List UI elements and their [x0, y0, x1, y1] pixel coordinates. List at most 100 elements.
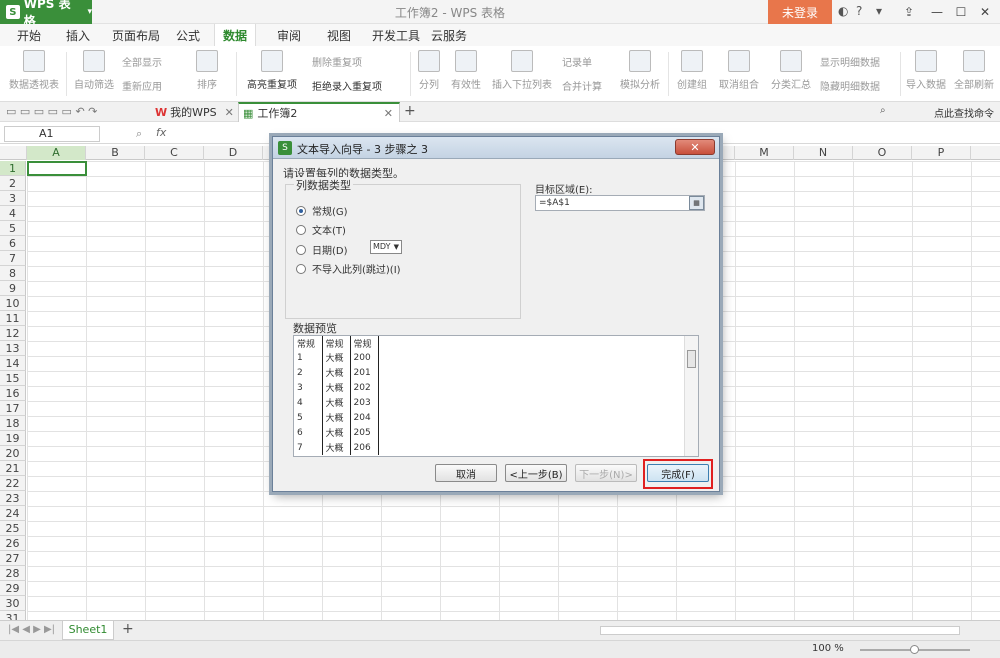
sheet-tab[interactable]: Sheet1	[62, 621, 114, 640]
highlight-duplicates-button[interactable]: 高亮重复项	[242, 50, 302, 91]
refresh-all-button[interactable]: 全部刷新	[952, 50, 996, 91]
hide-detail-button[interactable]: 隐藏明细数据	[820, 78, 880, 93]
row-header[interactable]: 13	[0, 341, 26, 356]
import-data-button[interactable]: 导入数据	[904, 50, 948, 91]
row-header[interactable]: 17	[0, 401, 26, 416]
row-header[interactable]: 20	[0, 446, 26, 461]
row-header[interactable]: 30	[0, 596, 26, 611]
row-header[interactable]: 1	[0, 161, 26, 176]
preview-column-header[interactable]: 常规	[322, 336, 351, 350]
column-header[interactable]: B	[86, 146, 145, 160]
show-all-button[interactable]: 全部显示	[122, 54, 162, 69]
target-range-input[interactable]: =$A$1	[535, 195, 705, 211]
tab-data[interactable]: 数据	[214, 24, 257, 46]
maximize-icon[interactable]: ☐	[950, 2, 972, 22]
row-header[interactable]: 14	[0, 356, 26, 371]
row-header[interactable]: 23	[0, 491, 26, 506]
tab-home[interactable]: 开始	[17, 27, 41, 44]
dialog-close-button[interactable]: ✕	[675, 139, 715, 155]
close-icon[interactable]: ✕	[974, 2, 996, 22]
tab-view[interactable]: 视图	[327, 27, 351, 44]
column-header[interactable]: O	[853, 146, 912, 160]
validity-button[interactable]: 有效性	[446, 50, 486, 91]
login-button[interactable]: 未登录	[768, 0, 832, 24]
insert-dropdown-list-button[interactable]: 插入下拉列表	[492, 50, 552, 91]
row-header[interactable]: 4	[0, 206, 26, 221]
row-header[interactable]: 26	[0, 536, 26, 551]
tab-formula[interactable]: 公式	[176, 27, 200, 44]
consolidate-button[interactable]: 合并计算	[562, 78, 602, 93]
name-box[interactable]: A1	[4, 126, 100, 142]
quick-access-icons[interactable]: ▭ ▭ ▭ ▭ ▭ ↶ ↷	[6, 105, 97, 118]
fx-icon[interactable]: fx	[156, 126, 166, 139]
select-all-corner[interactable]	[0, 146, 27, 160]
row-header[interactable]: 7	[0, 251, 26, 266]
tab-review[interactable]: 审阅	[277, 27, 301, 44]
group-button[interactable]: 创建组	[674, 50, 710, 91]
reject-duplicates-button[interactable]: 拒绝录入重复项	[312, 78, 382, 93]
what-if-analysis-button[interactable]: 模拟分析	[618, 50, 662, 91]
radio-text[interactable]: 文本(T)	[296, 222, 346, 237]
column-header[interactable]: D	[204, 146, 263, 160]
sheet-nav-arrows[interactable]: |◀ ◀ ▶ ▶|	[8, 624, 55, 635]
tab-cloud[interactable]: 云服务	[431, 27, 467, 44]
ungroup-button[interactable]: 取消组合	[714, 50, 764, 91]
row-header[interactable]: 29	[0, 581, 26, 596]
row-header[interactable]: 28	[0, 566, 26, 581]
next-button[interactable]: 下一步(N)>	[575, 464, 637, 482]
pivot-table-button[interactable]: 数据透视表	[6, 50, 62, 91]
row-header[interactable]: 24	[0, 506, 26, 521]
row-header[interactable]: 15	[0, 371, 26, 386]
row-header[interactable]: 10	[0, 296, 26, 311]
scrollbar-thumb[interactable]	[687, 350, 696, 368]
active-cell-a1[interactable]	[27, 161, 87, 176]
preview-scrollbar[interactable]	[684, 336, 698, 456]
add-sheet-icon[interactable]: +	[122, 621, 134, 637]
row-header[interactable]: 16	[0, 386, 26, 401]
preview-column-header[interactable]: 常规	[294, 336, 323, 350]
row-header[interactable]: 8	[0, 266, 26, 281]
tab-workbook[interactable]: ▦ 工作簿2 ✕	[238, 102, 400, 122]
row-header[interactable]: 19	[0, 431, 26, 446]
row-header[interactable]: 3	[0, 191, 26, 206]
column-header[interactable]: M	[735, 146, 794, 160]
cancel-button[interactable]: 取消	[435, 464, 497, 482]
row-header[interactable]: 11	[0, 311, 26, 326]
close-tab-icon[interactable]: ✕	[225, 106, 234, 119]
reapply-button[interactable]: 重新应用	[122, 78, 162, 93]
preview-column-header[interactable]: 常规	[350, 336, 379, 350]
data-preview-table[interactable]: 常规 常规 常规 1 大概 200 2 大概 201 3 大概 202 4 大概 203 5 大概…	[293, 335, 699, 457]
back-button[interactable]: <上一步(B)	[505, 464, 567, 482]
dropdown-icon[interactable]: ▾	[876, 4, 882, 18]
row-header[interactable]: 6	[0, 236, 26, 251]
minimize-icon[interactable]: —	[926, 2, 948, 22]
subtotal-button[interactable]: 分类汇总	[770, 50, 812, 91]
date-format-select[interactable]: MDY ▼	[370, 240, 402, 254]
restore-ribbon-icon[interactable]: ⇪	[898, 2, 920, 22]
row-header[interactable]: 12	[0, 326, 26, 341]
row-header[interactable]: 31	[0, 611, 26, 620]
new-tab-icon[interactable]: +	[404, 103, 416, 119]
horizontal-scrollbar[interactable]	[600, 626, 960, 635]
radio-skip-column[interactable]: 不导入此列(跳过)(I)	[296, 261, 401, 276]
radio-general[interactable]: 常规(G)	[296, 203, 348, 218]
delete-duplicates-button[interactable]: 删除重复项	[312, 54, 362, 69]
tab-page-layout[interactable]: 页面布局	[112, 27, 160, 44]
row-header[interactable]: 9	[0, 281, 26, 296]
row-header[interactable]: 25	[0, 521, 26, 536]
row-header[interactable]: 21	[0, 461, 26, 476]
zoom-slider-thumb[interactable]	[910, 645, 919, 654]
column-header[interactable]: N	[794, 146, 853, 160]
record-form-button[interactable]: 记录单	[562, 54, 592, 69]
row-header[interactable]: 22	[0, 476, 26, 491]
show-detail-button[interactable]: 显示明细数据	[820, 54, 880, 69]
row-header[interactable]: 18	[0, 416, 26, 431]
command-search[interactable]: 点此查找命令	[934, 105, 994, 120]
skin-icon[interactable]: ◐	[838, 4, 848, 18]
help-icon[interactable]: ?	[856, 4, 862, 18]
split-column-button[interactable]: 分列	[414, 50, 444, 91]
column-header[interactable]: A	[27, 146, 86, 160]
row-header[interactable]: 2	[0, 176, 26, 191]
autofilter-button[interactable]: 自动筛选	[72, 50, 116, 91]
tab-my-wps[interactable]: W 我的WPS ✕	[152, 102, 234, 122]
